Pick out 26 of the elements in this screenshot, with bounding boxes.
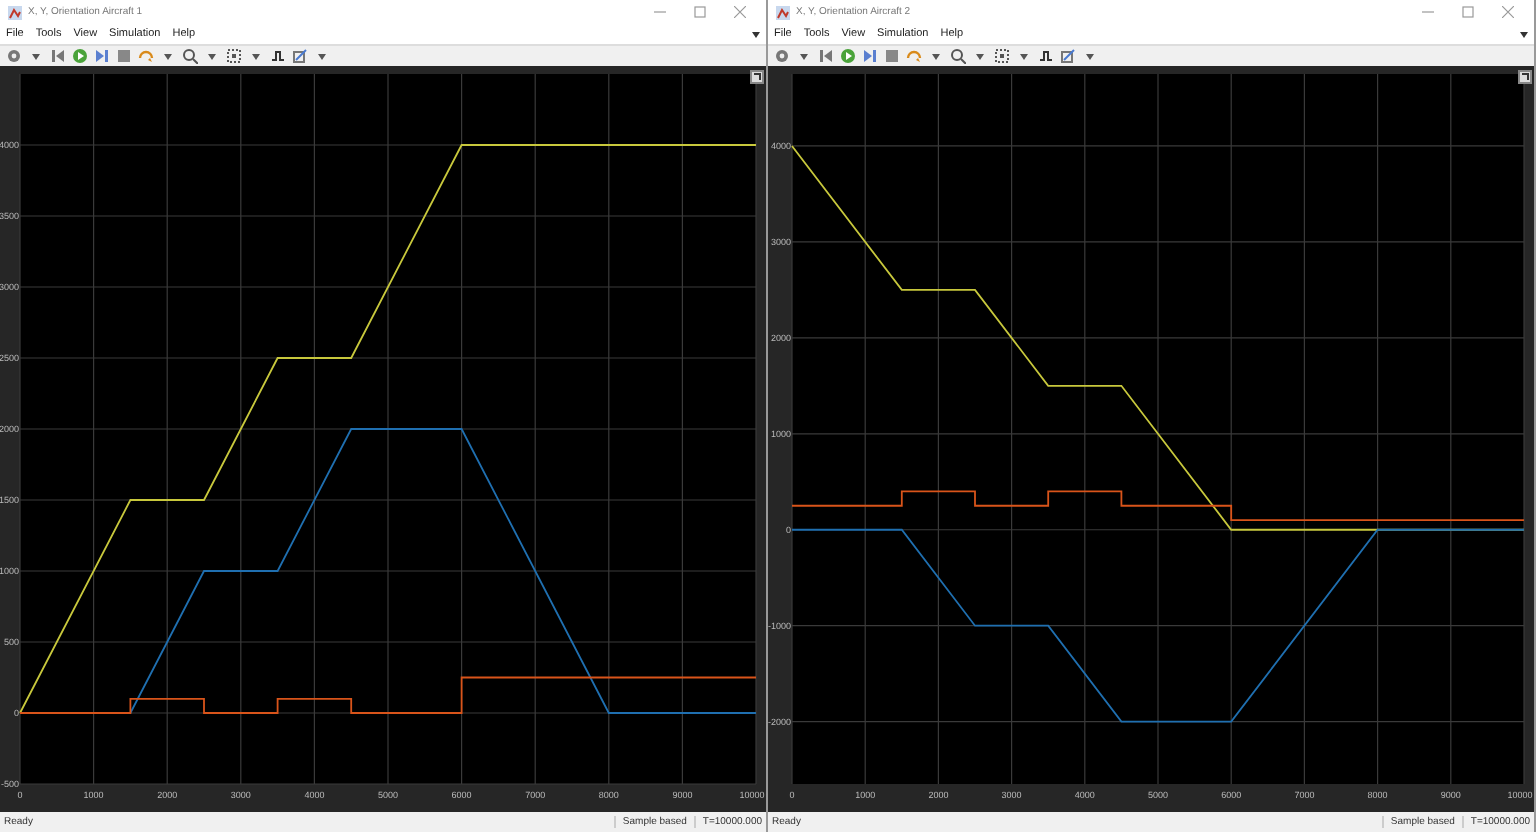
triggers-icon[interactable] (270, 48, 286, 64)
step-forward-icon[interactable] (94, 48, 110, 64)
close-icon[interactable] (1502, 6, 1514, 18)
measure-icon[interactable] (292, 48, 308, 64)
fit-icon[interactable] (226, 48, 242, 64)
caret-icon[interactable] (1520, 30, 1528, 38)
caret-icon[interactable] (752, 30, 760, 38)
measure-icon[interactable] (1060, 48, 1076, 64)
app-icon (8, 5, 22, 19)
expand-icon[interactable] (750, 70, 764, 84)
step-back-icon[interactable] (818, 48, 834, 64)
step-back-icon[interactable] (50, 48, 66, 64)
gear-icon[interactable] (774, 48, 790, 64)
expand-icon[interactable] (1518, 70, 1532, 84)
fit-icon[interactable] (994, 48, 1010, 64)
app-icon (776, 5, 790, 19)
stop-icon[interactable] (116, 48, 132, 64)
stop-icon[interactable] (884, 48, 900, 64)
zoom-icon[interactable] (950, 48, 966, 64)
step-forward-icon[interactable] (862, 48, 878, 64)
run-icon[interactable] (840, 48, 856, 64)
close-icon[interactable] (734, 6, 746, 18)
run-icon[interactable] (72, 48, 88, 64)
gear-icon[interactable] (6, 48, 22, 64)
zoom-icon[interactable] (182, 48, 198, 64)
triggers-icon[interactable] (1038, 48, 1054, 64)
